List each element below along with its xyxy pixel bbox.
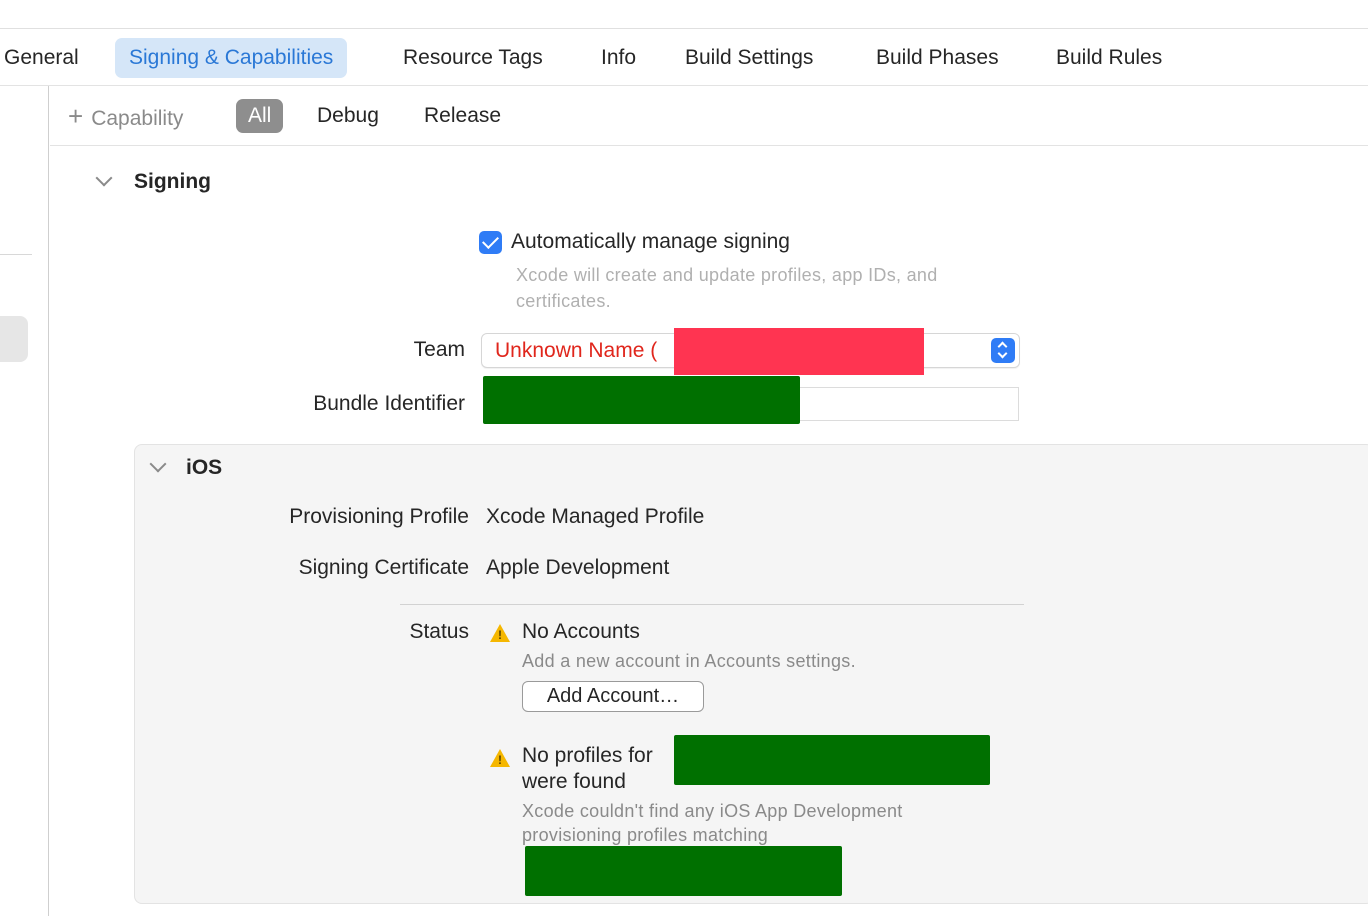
team-label: Team [413, 338, 465, 361]
tab-general[interactable]: General [0, 38, 93, 78]
tab-info[interactable]: Info [587, 38, 650, 78]
redacted-bundle-id-in-warning [674, 735, 990, 785]
signing-certificate-label: Signing Certificate [298, 556, 469, 579]
no-profiles-message-line1: Xcode couldn't find any iOS App Developm… [522, 801, 903, 821]
capability-filter-bar: + Capability All Debug Release [50, 86, 1368, 146]
auto-manage-signing-help: Xcode will create and update profiles, a… [516, 265, 938, 311]
add-capability-label: Capability [91, 107, 184, 130]
sidebar-divider [0, 254, 32, 255]
redacted-bundle-identifier [483, 376, 800, 424]
up-down-stepper-icon[interactable] [991, 338, 1015, 363]
plus-icon: + [68, 101, 84, 131]
no-profiles-message-line2: provisioning profiles matching [522, 825, 769, 845]
segment-release[interactable]: Release [412, 99, 513, 133]
signing-section-header[interactable]: Signing [95, 169, 211, 194]
tab-signing-capabilities[interactable]: Signing & Capabilities [115, 38, 348, 78]
sidebar-selected-item[interactable] [0, 316, 28, 362]
redacted-team-id [674, 328, 924, 375]
tab-build-settings[interactable]: Build Settings [671, 38, 827, 78]
warning-triangle-icon: ! [490, 624, 510, 642]
editor-tab-bar: General Signing & Capabilities Resource … [0, 30, 1368, 86]
targets-sidebar [0, 86, 49, 916]
warning-triangle-icon: ! [490, 749, 510, 767]
tab-build-rules[interactable]: Build Rules [1042, 38, 1176, 78]
provisioning-profile-value: Xcode Managed Profile [486, 505, 705, 528]
redacted-bundle-id-in-message [525, 846, 842, 896]
status-divider [400, 604, 1024, 605]
ios-section-header[interactable]: iOS [149, 455, 223, 480]
auto-manage-signing-checkbox[interactable] [479, 231, 502, 254]
window-top-strip [0, 0, 1368, 29]
add-capability-button[interactable]: + Capability [68, 101, 183, 132]
tab-build-phases[interactable]: Build Phases [862, 38, 1013, 78]
auto-manage-signing-label[interactable]: Automatically manage signing [511, 230, 790, 254]
no-accounts-title: No Accounts [522, 620, 640, 643]
signing-title: Signing [134, 170, 211, 193]
provisioning-profile-label: Provisioning Profile [289, 505, 469, 528]
no-accounts-message: Add a new account in Accounts settings. [522, 651, 856, 671]
chevron-down-icon[interactable] [149, 455, 167, 473]
signing-certificate-value: Apple Development [486, 556, 670, 579]
team-value: Unknown Name ( [495, 339, 658, 362]
no-profiles-title-line2: were found [522, 770, 626, 793]
bundle-identifier-label: Bundle Identifier [313, 392, 465, 415]
status-label: Status [409, 620, 469, 643]
tab-resource-tags[interactable]: Resource Tags [389, 38, 557, 78]
segment-debug[interactable]: Debug [305, 99, 391, 133]
no-profiles-title-line1: No profiles for [522, 744, 653, 767]
ios-title: iOS [186, 456, 223, 479]
segment-all[interactable]: All [236, 99, 284, 133]
chevron-down-icon[interactable] [95, 169, 113, 187]
add-account-button[interactable]: Add Account… [522, 681, 704, 712]
